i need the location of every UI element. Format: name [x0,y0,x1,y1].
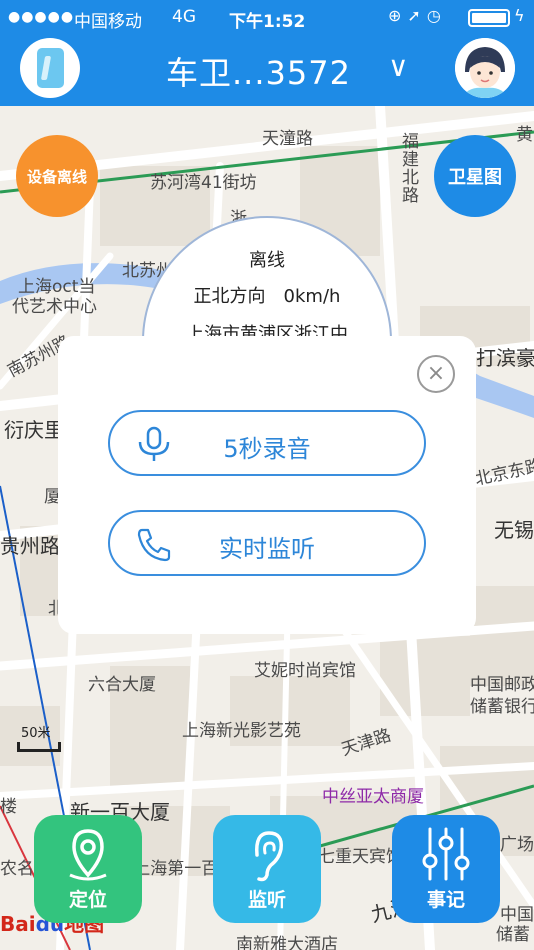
map-scale: 50米 [17,722,61,752]
map-label: 黄 [516,125,533,145]
status-bar: ●●●●● 中国移动 4G 下午1:52 ⊕➚◷ ϟ [0,0,534,36]
device-switch-button[interactable] [20,38,80,98]
map-label: 无锡 [494,518,534,542]
map-label: 福建北路 [398,132,418,204]
chevron-down-icon[interactable]: ∨ [388,50,409,83]
map-label: 艾妮时尚宾馆 [254,661,356,681]
locate-button[interactable]: 定位 [34,815,142,923]
map-label: 打滨豪园 [476,346,534,370]
map-label: 代艺术中心 [12,297,97,317]
page-title[interactable]: 车卫...3572 [166,48,351,94]
app-header: ●●●●● 中国移动 4G 下午1:52 ⊕➚◷ ϟ 车卫...3572 ∨ [0,0,534,106]
charging-icon: ϟ [514,6,525,25]
sliders-icon [422,827,470,881]
satellite-view-button[interactable]: 卫星图 [434,135,516,217]
map-label: 储蓄 [496,925,530,945]
listen-label: 监听 [247,889,286,911]
scale-label: 50米 [21,726,51,741]
notes-button[interactable]: 事记 [392,815,500,923]
avatar-icon [455,38,515,98]
record-5s-button[interactable]: 5秒录音 [108,410,426,476]
notes-label: 事记 [426,889,465,911]
device-status-text: 离线 [249,250,285,271]
ear-icon [255,831,283,882]
avatar[interactable] [455,38,515,98]
voice-options-dialog [58,336,476,634]
status-time: 下午1:52 [229,12,306,32]
map-label: 广场 [500,835,534,855]
close-icon[interactable]: × [417,355,455,393]
live-listen-label: 实时监听 [219,535,315,563]
map-label: 衍庆里 [4,418,64,442]
map-label: 储蓄银行 [470,697,534,717]
map-label: 上海新光影艺苑 [182,721,301,741]
signal-strength: ●●●●● [8,9,75,25]
device-icon [37,48,64,88]
map-label: 南新雅大酒店 [236,935,338,950]
record-5s-label: 5秒录音 [223,435,311,463]
map-label: 中丝亚太商厦 [322,787,424,807]
map-label: 苏河湾41街坊 [150,173,257,193]
location-pin-icon [69,829,107,881]
live-listen-button[interactable]: 实时监听 [108,510,426,576]
map-label: 六合大厦 [88,675,156,695]
listen-button[interactable]: 监听 [213,815,321,923]
status-icons: ⊕➚◷ [388,6,447,25]
map-label: 贵州路 [0,534,60,558]
battery-icon [468,9,510,27]
map-label: 天潼路 [262,129,313,149]
network-type: 4G [172,7,196,27]
device-offline-button[interactable]: 设备离线 [16,135,98,217]
locate-label: 定位 [68,889,107,911]
carrier-name: 中国移动 [74,12,142,32]
map-label: 楼 [0,797,17,817]
heading-speed-text: 正北方向 0km/h [193,286,341,307]
map-label: 七重天宾馆 [318,847,403,867]
